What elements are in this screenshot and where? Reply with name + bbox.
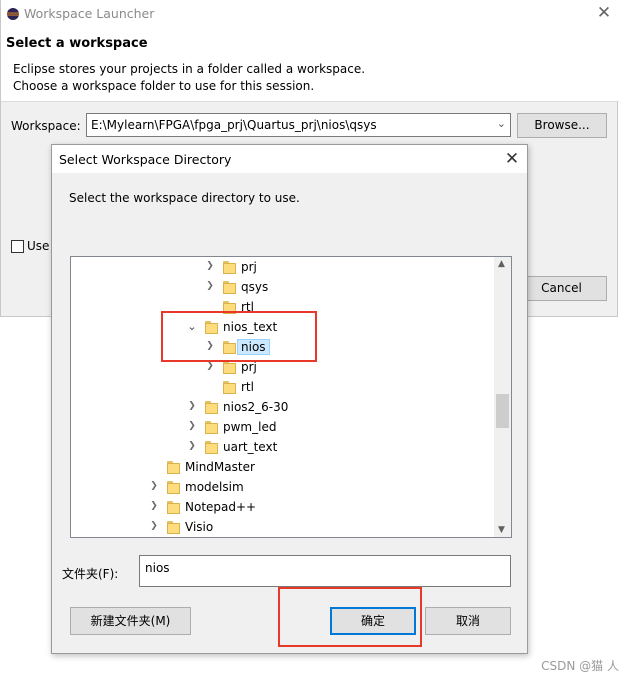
folder-tree[interactable]: ❯ prj ❯ qsys rtl ⌄ nios_text ❯ nios ❯ pr… xyxy=(70,256,512,538)
browse-button[interactable]: Browse... xyxy=(517,113,607,138)
select-workspace-directory-dialog: Select Workspace Directory ✕ Select the … xyxy=(51,144,528,654)
chevron-right-icon[interactable]: ❯ xyxy=(204,361,216,371)
folder-icon xyxy=(167,481,180,494)
chevron-down-icon[interactable]: ⌄ xyxy=(497,117,506,130)
tree-item-label: modelsim xyxy=(185,480,244,494)
dialog-titlebar: Select Workspace Directory ✕ xyxy=(52,145,527,173)
launcher-header: Select a workspace Eclipse stores your p… xyxy=(1,27,619,102)
tree-item-label: MindMaster xyxy=(185,460,255,474)
launcher-title: Workspace Launcher xyxy=(24,6,155,21)
tree-item-label: pwm_led xyxy=(223,420,277,434)
workspace-label: Workspace: xyxy=(11,119,81,133)
chevron-right-icon[interactable]: ❯ xyxy=(148,501,160,511)
folder-icon xyxy=(223,261,236,274)
workspace-combo-value: E:\Mylearn\FPGA\fpga_prj\Quartus_prj\nio… xyxy=(91,118,377,132)
tree-item-label: rtl xyxy=(241,380,254,394)
tree-item-label: Notepad++ xyxy=(185,500,257,514)
folder-icon xyxy=(205,441,218,454)
chevron-right-icon[interactable]: ❯ xyxy=(186,441,198,451)
folder-input-value: nios xyxy=(145,561,170,575)
watermark: CSDN @猫 人 xyxy=(541,659,619,673)
launcher-description-line1: Eclipse stores your projects in a folder… xyxy=(13,62,366,76)
folder-icon xyxy=(167,501,180,514)
folder-icon xyxy=(167,461,180,474)
use-default-label: Use xyxy=(27,239,50,253)
chevron-right-icon[interactable]: ❯ xyxy=(148,481,160,491)
tree-scrollbar[interactable]: ▲ ▼ xyxy=(494,257,511,537)
launcher-titlebar: Workspace Launcher ✕ xyxy=(1,0,619,27)
folder-field-label: 文件夹(F): xyxy=(62,567,119,581)
tree-item-label: Visio xyxy=(185,520,214,534)
launcher-close-icon[interactable]: ✕ xyxy=(596,3,612,23)
chevron-right-icon[interactable]: ❯ xyxy=(186,401,198,411)
folder-icon xyxy=(223,281,236,294)
workspace-combo[interactable]: E:\Mylearn\FPGA\fpga_prj\Quartus_prj\nio… xyxy=(86,113,511,137)
chevron-right-icon[interactable]: ❯ xyxy=(148,521,160,531)
tree-item-label: uart_text xyxy=(223,440,278,454)
dialog-close-icon[interactable]: ✕ xyxy=(504,149,520,169)
scroll-up-icon[interactable]: ▲ xyxy=(498,259,505,269)
folder-icon xyxy=(167,521,180,534)
highlight-box-ok xyxy=(278,587,422,647)
tree-item-label: qsys xyxy=(241,280,269,294)
new-folder-button[interactable]: 新建文件夹(M) xyxy=(70,607,191,635)
chevron-right-icon[interactable]: ❯ xyxy=(204,261,216,271)
eclipse-icon xyxy=(7,8,19,20)
launcher-cancel-button[interactable]: Cancel xyxy=(516,276,607,301)
chevron-right-icon[interactable]: ❯ xyxy=(186,421,198,431)
tree-item-label: nios2_6-30 xyxy=(223,400,289,414)
dialog-instruction: Select the workspace directory to use. xyxy=(69,191,300,205)
folder-icon xyxy=(205,421,218,434)
use-default-checkbox[interactable] xyxy=(11,240,24,253)
folder-icon xyxy=(205,401,218,414)
launcher-heading: Select a workspace xyxy=(6,36,148,51)
folder-icon xyxy=(223,361,236,374)
dialog-cancel-button[interactable]: 取消 xyxy=(425,607,511,635)
folder-icon xyxy=(223,381,236,394)
folder-input[interactable]: nios xyxy=(139,555,511,587)
launcher-description-line2: Choose a workspace folder to use for thi… xyxy=(13,79,315,93)
dialog-title: Select Workspace Directory xyxy=(59,152,232,167)
scrollbar-thumb[interactable] xyxy=(496,394,509,428)
scroll-down-icon[interactable]: ▼ xyxy=(498,525,505,535)
highlight-box-tree xyxy=(161,311,317,362)
tree-item-label: prj xyxy=(241,360,257,374)
tree-item-label: prj xyxy=(241,260,257,274)
chevron-right-icon[interactable]: ❯ xyxy=(204,281,216,291)
